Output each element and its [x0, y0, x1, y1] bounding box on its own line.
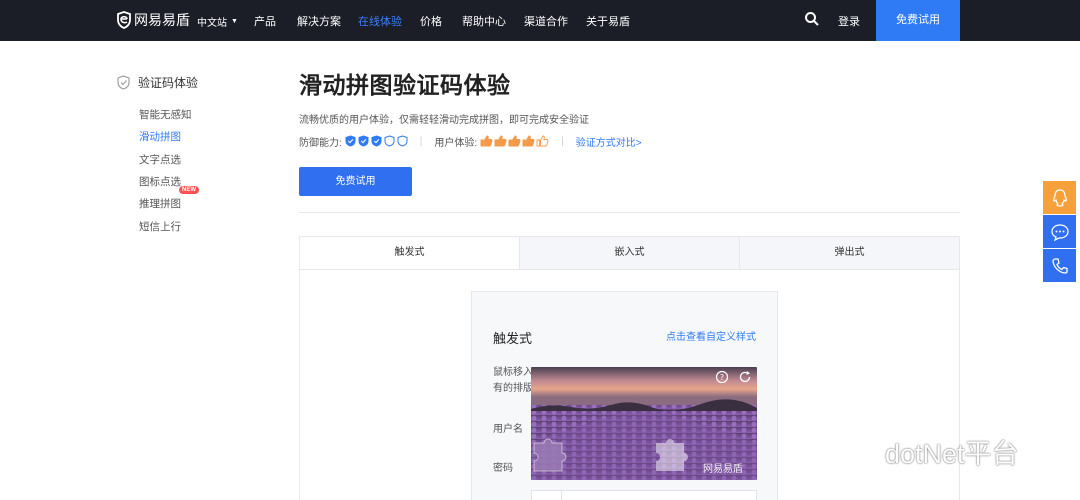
- thumb-up-filled-icon: [480, 135, 493, 147]
- tab-trigger[interactable]: 触发式: [300, 237, 520, 269]
- shield-empty-icon: [397, 135, 408, 147]
- defense-label: 防御能力:: [299, 137, 342, 149]
- shield-empty-icon: [384, 135, 395, 147]
- demo-title: 触发式: [493, 331, 533, 346]
- demo-hint: 鼠标移入 有的排版: [493, 365, 533, 397]
- slider-track[interactable]: [531, 490, 757, 500]
- refresh-icon[interactable]: [738, 370, 752, 384]
- sidebar-item-sms[interactable]: 短信上行: [139, 219, 181, 234]
- phone-icon: [1051, 257, 1068, 274]
- language-label: 中文站: [197, 18, 227, 29]
- shield-filled-icon: [345, 135, 356, 147]
- separator: |: [419, 135, 423, 147]
- capability-metrics: 防御能力: | 用户体验: | 验证方式对比>: [299, 134, 642, 149]
- nav-item-solutions[interactable]: 解决方案: [297, 13, 341, 29]
- sidebar-item-text-click[interactable]: 文字点选: [139, 152, 181, 167]
- chat-icon: [1050, 223, 1069, 241]
- nav-item-partners[interactable]: 渠道合作: [524, 13, 568, 29]
- thumb-up-filled-icon: [494, 135, 507, 147]
- sidebar-item-label: 推理拼图: [139, 198, 181, 210]
- sidebar-heading-label: 验证码体验: [138, 76, 199, 90]
- slider-handle[interactable]: [532, 491, 562, 500]
- demo-hint-line: 有的排版: [493, 383, 533, 394]
- nav-item-about[interactable]: 关于易盾: [586, 13, 630, 29]
- thumb-up-filled-icon: [508, 135, 521, 147]
- sidebar: 验证码体验 智能无感知 滑动拼图 文字点选 图标点选 推理拼图 NEW 短信上行: [117, 74, 199, 233]
- ux-label: 用户体验:: [434, 137, 478, 149]
- thumb-up-filled-icon: [522, 135, 535, 147]
- password-label: 密码: [493, 463, 513, 474]
- divider: [299, 212, 960, 213]
- brand-logo[interactable]: 网易易盾: [116, 10, 190, 30]
- mode-tabs: 触发式 嵌入式 弹出式: [299, 236, 960, 270]
- top-navbar: 网易易盾 中文站 ▼ 产品 解决方案 在线体验 价格 帮助中心 渠道合作 关于易…: [0, 0, 1080, 41]
- tab-embed[interactable]: 嵌入式: [520, 237, 740, 269]
- sidebar-heading: 验证码体验: [117, 74, 198, 91]
- qq-icon: [1052, 188, 1067, 207]
- brand-name: 网易易盾: [134, 12, 190, 28]
- separator: |: [561, 135, 564, 147]
- demo-hint-line: 鼠标移入: [493, 367, 533, 378]
- nav-item-products[interactable]: 产品: [254, 13, 276, 29]
- chat-button[interactable]: [1043, 215, 1076, 248]
- sidebar-item-smart[interactable]: 智能无感知: [139, 107, 192, 122]
- new-badge: NEW: [179, 186, 199, 194]
- channel-watermark: dotNet平台: [845, 432, 1019, 471]
- custom-style-link[interactable]: 点击查看自定义样式: [666, 328, 756, 343]
- sidebar-item-slide-puzzle[interactable]: 滑动拼图: [139, 129, 181, 144]
- free-trial-button[interactable]: 免费试用: [299, 167, 412, 196]
- svg-text:?: ?: [720, 373, 724, 382]
- nav-item-pricing[interactable]: 价格: [420, 13, 442, 29]
- ux-rating: [480, 135, 549, 147]
- search-icon[interactable]: [804, 11, 820, 27]
- qq-contact-button[interactable]: [1043, 181, 1076, 214]
- login-link[interactable]: 登录: [838, 13, 860, 29]
- brand-logo-icon: [117, 11, 131, 29]
- defense-rating: [345, 135, 408, 147]
- page-description: 流畅优质的用户体验，仅需轻轻滑动完成拼图，即可完成安全验证: [299, 115, 589, 126]
- tab-popup[interactable]: 弹出式: [740, 237, 959, 269]
- compare-methods-link[interactable]: 验证方式对比>: [576, 134, 642, 149]
- username-label: 用户名: [493, 424, 523, 435]
- shield-check-icon: [117, 75, 130, 90]
- nav-item-help[interactable]: 帮助中心: [462, 13, 506, 29]
- sidebar-item-icon-click[interactable]: 图标点选: [139, 174, 181, 189]
- help-icon[interactable]: ?: [715, 370, 729, 384]
- watermark-text: dotNet平台: [885, 439, 1019, 469]
- shield-filled-icon: [358, 135, 369, 147]
- captcha-watermark: 网易易盾: [703, 464, 743, 475]
- phone-button[interactable]: [1043, 249, 1076, 282]
- sidebar-item-reasoning-puzzle[interactable]: 推理拼图 NEW: [139, 186, 199, 211]
- free-trial-nav-button[interactable]: 免费试用: [876, 0, 960, 41]
- shield-filled-icon: [371, 135, 382, 147]
- wechat-icon: [846, 439, 877, 463]
- nav-item-online-demo[interactable]: 在线体验: [358, 13, 402, 29]
- page-title: 滑动拼图验证码体验: [299, 72, 511, 98]
- language-switcher[interactable]: 中文站 ▼: [197, 14, 238, 29]
- caret-down-icon: ▼: [231, 18, 238, 25]
- floating-toolbar: [1043, 181, 1076, 283]
- thumb-up-empty-icon: [536, 135, 549, 147]
